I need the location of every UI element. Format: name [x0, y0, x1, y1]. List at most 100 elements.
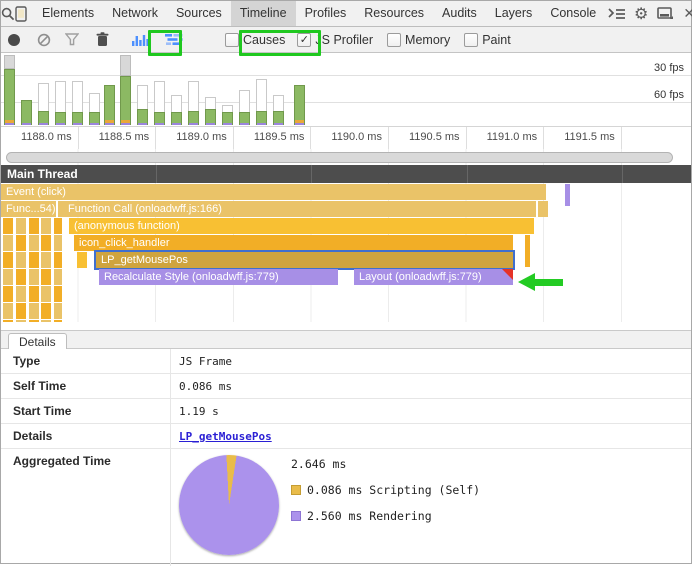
fps-bar	[294, 85, 305, 125]
fps-rendering-strip	[22, 123, 31, 125]
flame-stack-stripe[interactable]	[41, 303, 51, 319]
filter-icon[interactable]	[59, 28, 85, 52]
flame-stack-stripe[interactable]	[41, 235, 51, 251]
flame-stack-stripe[interactable]	[3, 303, 13, 319]
flame-bar-icon-click-handler[interactable]: icon_click_handler	[74, 235, 513, 251]
tab-audits[interactable]: Audits	[433, 1, 486, 26]
flame-stack-stripe[interactable]	[41, 269, 51, 285]
flame-bar-anonymous-function[interactable]: (anonymous function)	[69, 218, 534, 234]
checkbox-box[interactable]	[464, 33, 478, 47]
flame-stack-stripe[interactable]	[3, 252, 13, 268]
flame-stack-stripe[interactable]	[16, 286, 26, 302]
fps-rendering-strip	[223, 123, 232, 125]
tab-layers[interactable]: Layers	[486, 1, 542, 26]
flame-stack-stripe[interactable]	[3, 286, 13, 302]
flame-stack-stripe[interactable]	[3, 235, 13, 251]
tab-timeline[interactable]: Timeline	[231, 1, 296, 26]
flame-stack-stripe[interactable]	[41, 320, 51, 322]
ruler-tick-label: 1191.5 ms	[544, 127, 622, 149]
flame-stack-stripe[interactable]	[16, 269, 26, 285]
settings-gear-icon[interactable]: ⚙	[629, 1, 653, 26]
flame-stack-stripe[interactable]	[29, 252, 39, 268]
flame-stack-stripe[interactable]	[16, 235, 26, 251]
flame-bar-func-54[interactable]: Func...54)	[1, 201, 56, 217]
tab-elements[interactable]: Elements	[33, 1, 103, 26]
overview-window-scrollbar[interactable]	[6, 152, 673, 163]
fps-rendering-strip	[172, 123, 181, 125]
fps-rendering-strip	[73, 123, 82, 125]
dock-side-icon[interactable]	[653, 1, 677, 26]
flame-stack-stripe[interactable]	[16, 320, 26, 322]
flame-stack-stripe[interactable]	[29, 235, 39, 251]
flame-stack-stripe[interactable]	[54, 286, 62, 302]
details-row-details: DetailsLP_getMousePos	[1, 424, 691, 449]
flame-bar-event-click[interactable]: Event (click)	[1, 184, 546, 200]
search-icon[interactable]	[1, 1, 15, 26]
flame-stack-stripe[interactable]	[41, 252, 51, 268]
fps-rendering-strip	[295, 123, 304, 125]
details-row-start-time: Start Time1.19 s	[1, 399, 691, 424]
console-drawer-icon[interactable]	[605, 1, 629, 26]
flame-stack-stripe[interactable]	[29, 320, 39, 322]
flame-bar-sliver[interactable]	[565, 184, 570, 206]
flame-bar-sliver[interactable]	[543, 201, 548, 217]
flame-stack-stripe[interactable]	[54, 252, 62, 268]
ruler-tick-label: 1189.0 ms	[156, 127, 234, 149]
pie-legend-entry: 2.560 ms Rendering	[291, 509, 480, 523]
flame-stack-stripe[interactable]	[29, 286, 39, 302]
tab-console[interactable]: Console	[541, 1, 605, 26]
tab-network[interactable]: Network	[103, 1, 167, 26]
tab-sources[interactable]: Sources	[167, 1, 231, 26]
flame-bar-layout-onloadwff-js-779[interactable]: Layout (onloadwff.js:779)	[354, 269, 513, 285]
flame-stack-stripe[interactable]	[54, 303, 62, 319]
details-row-label: Aggregated Time	[1, 449, 171, 566]
clear-icon[interactable]	[31, 28, 57, 52]
fps-rendering-strip	[56, 123, 65, 125]
timeline-overview[interactable]: 30 fps60 fps	[1, 53, 691, 126]
legend-text: 0.086 ms Scripting (Self)	[307, 483, 480, 497]
flame-stack-stripe[interactable]	[29, 303, 39, 319]
flame-stack-stripe[interactable]	[29, 269, 39, 285]
flame-stack-stripe[interactable]	[54, 218, 62, 234]
flame-stack-stripe[interactable]	[3, 218, 13, 234]
close-icon[interactable]: ✕	[677, 1, 692, 26]
flame-stack-stripe[interactable]	[16, 218, 26, 234]
flame-stack-stripe[interactable]	[54, 269, 62, 285]
ruler-tick-label: 1190.0 ms	[311, 127, 389, 149]
checkbox-causes[interactable]: Causes	[225, 33, 285, 47]
tab-resources[interactable]: Resources	[355, 1, 433, 26]
flame-bar-sliver[interactable]	[77, 252, 87, 268]
checkbox-box[interactable]	[387, 33, 401, 47]
checkbox-box[interactable]	[225, 33, 239, 47]
record-icon[interactable]	[1, 28, 27, 52]
frames-chart-icon[interactable]	[127, 28, 153, 52]
details-function-link[interactable]: LP_getMousePos	[179, 430, 272, 443]
checkbox-memory[interactable]: Memory	[387, 33, 450, 47]
flame-chart-icon[interactable]	[161, 28, 187, 52]
checkbox-js-profiler[interactable]: ✓JS Profiler	[297, 33, 373, 47]
checkbox-paint[interactable]: Paint	[464, 33, 511, 47]
flame-stack-stripe[interactable]	[54, 320, 62, 322]
tab-profiles[interactable]: Profiles	[296, 1, 356, 26]
flame-stack-stripe[interactable]	[3, 320, 13, 322]
checkbox-label: Causes	[243, 33, 285, 47]
checkbox-box[interactable]: ✓	[297, 33, 311, 47]
checkbox-label: Paint	[482, 33, 511, 47]
flame-stack-stripe[interactable]	[16, 252, 26, 268]
trash-icon[interactable]	[89, 28, 115, 52]
flame-bar-sliver[interactable]	[525, 235, 530, 267]
flame-bar-recalculate-style-onloadwff-js-779[interactable]: Recalculate Style (onloadwff.js:779)	[99, 269, 338, 285]
details-row-value: 0.086 ms	[171, 374, 232, 398]
flame-stack-stripe[interactable]	[54, 235, 62, 251]
device-mode-icon[interactable]	[15, 1, 27, 26]
flame-stack-stripe[interactable]	[41, 286, 51, 302]
flame-stack-stripe[interactable]	[3, 269, 13, 285]
flame-bar-function-call-onloadwff-js-166[interactable]: Function Call (onloadwff.js:166)	[63, 201, 536, 217]
main-thread-header[interactable]: Main Thread	[1, 165, 691, 183]
fps-rendering-strip	[39, 123, 48, 125]
flame-bar-lp-getmousepos[interactable]: LP_getMousePos	[96, 252, 513, 268]
overview-scroll-strip	[1, 149, 691, 165]
flame-stack-stripe[interactable]	[41, 218, 51, 234]
flame-stack-stripe[interactable]	[29, 218, 39, 234]
flame-stack-stripe[interactable]	[16, 303, 26, 319]
